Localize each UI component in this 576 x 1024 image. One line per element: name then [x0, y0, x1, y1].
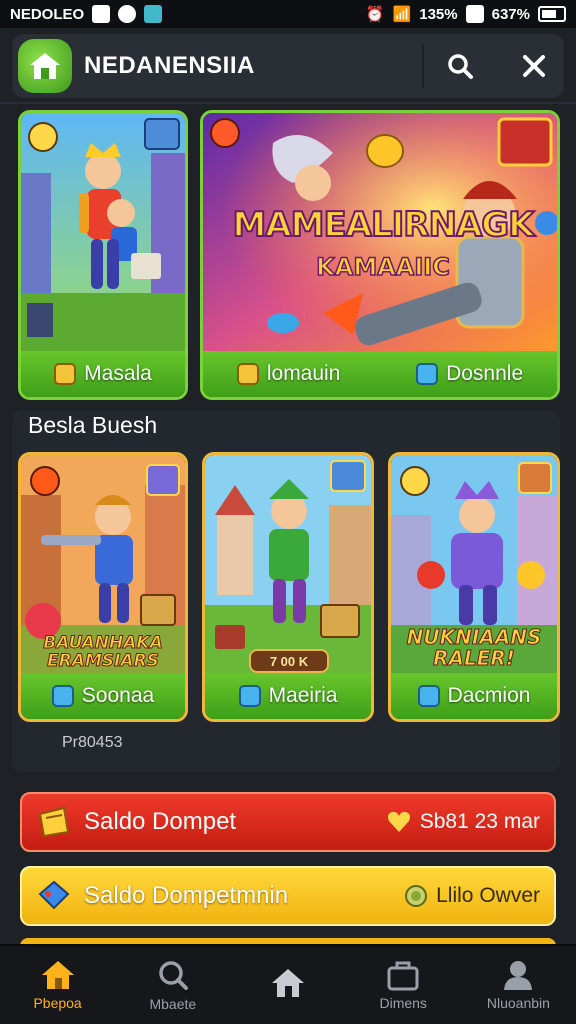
wallet-secondary-label: Saldo Dompetmnin	[84, 882, 289, 909]
card-label: Soonaa	[81, 684, 155, 707]
image-icon	[92, 5, 111, 23]
section-card-dacmion[interactable]: NUKNIAANS RALER! Dacmion	[388, 452, 560, 722]
section-caption: Pr80453	[62, 734, 123, 751]
nav-item-search[interactable]: Mbaete	[115, 946, 230, 1024]
nav-item-profile[interactable]: Nluoanbin	[461, 946, 576, 1024]
featured-banner-card[interactable]: MAMEALIRNAGK KAMAAIIC lomauin Dosnnle	[200, 110, 560, 400]
document-icon	[238, 685, 261, 707]
search-button[interactable]	[438, 44, 482, 88]
document-icon	[51, 685, 74, 707]
search-icon	[159, 961, 188, 990]
nav-item-bag[interactable]: Dimens	[346, 946, 461, 1024]
download-icon	[416, 363, 439, 385]
nav-item-home[interactable]: Pbepoa	[0, 946, 115, 1024]
coin-icon	[405, 885, 428, 907]
banner-right-action[interactable]: Dosnnle	[416, 362, 523, 386]
edit-icon	[236, 363, 259, 385]
close-button[interactable]	[512, 44, 556, 88]
edit-icon	[417, 685, 440, 707]
wallet-balance-secondary-button[interactable]: Saldo Dompetmnin Llilo Owver	[20, 866, 556, 926]
close-icon	[523, 55, 545, 77]
coin-icon	[54, 363, 77, 385]
bottom-navigation: Pbepoa Mbaete Dimens Nluoanbin	[0, 944, 576, 1024]
wallet-balance-button[interactable]: Saldo Dompet Sb81 23 mar	[20, 792, 556, 852]
header-divider	[422, 44, 424, 88]
battery-text-a: 135%	[419, 5, 458, 23]
tag-icon	[38, 880, 70, 910]
wallet-icon	[38, 806, 70, 838]
banner-title: MAMEALIRNAGK	[231, 204, 535, 246]
wallet-secondary-value: Llilo Owver	[436, 884, 540, 907]
game-card-masala[interactable]: Masala	[18, 110, 188, 400]
nav-label: Pbepoa	[33, 995, 82, 1011]
wallet-balance-label: Saldo Dompet	[84, 808, 237, 835]
wallet-balance-value: Sb81 23 mar	[419, 810, 540, 833]
banner-left-action[interactable]: lomauin	[236, 362, 341, 386]
card-label-bar: Maeiria	[205, 673, 371, 719]
card-overlay-title: NUKNIAANS RALER!	[406, 625, 542, 670]
banner-right-label: Dosnnle	[446, 362, 524, 385]
home-icon	[41, 961, 74, 989]
location-icon	[118, 5, 137, 23]
alarm-icon: ⏰	[365, 6, 385, 23]
hero-art-image	[21, 113, 185, 353]
nav-item-center[interactable]	[230, 946, 345, 1024]
nav-label: Dimens	[379, 995, 427, 1011]
battery-icon	[538, 6, 566, 22]
wifi-icon: 📶	[392, 6, 412, 23]
search-icon	[448, 54, 473, 79]
hero-art-image	[205, 455, 371, 675]
card-label-bar: Soonaa	[21, 673, 185, 719]
nav-label: Nluoanbin	[486, 995, 550, 1011]
card-label-bar: Dacmion	[391, 673, 557, 719]
bag-icon	[387, 961, 419, 991]
battery-text-b: 637%	[491, 5, 530, 23]
card-label: Maeiria	[268, 684, 338, 707]
price-tag: 7 00 K	[249, 649, 329, 673]
app-logo[interactable]	[18, 39, 72, 93]
banner-left-label: lomauin	[266, 362, 341, 385]
card-label: Masala	[84, 362, 152, 385]
banner-label-bar: lomauin Dosnnle	[203, 351, 557, 397]
status-carrier-text: NEDOLEO	[10, 5, 85, 23]
app-notification-icon	[144, 5, 163, 23]
section-card-maeiria[interactable]: 7 00 K Maeiria	[202, 452, 374, 722]
card-label-bar: Masala	[21, 351, 185, 397]
home-outline-icon	[272, 969, 304, 997]
header-divider-line	[0, 102, 576, 104]
banner-subtitle: KAMAAIIC	[315, 252, 450, 282]
photo-icon	[465, 5, 484, 23]
status-bar: NEDOLEO ⏰ 📶 135% 637%	[0, 0, 576, 28]
app-title: NEDANENSIIA	[84, 52, 255, 79]
card-label: Dacmion	[447, 684, 531, 707]
section-title: Besla Buesh	[28, 412, 158, 438]
house-logo-icon	[30, 53, 60, 79]
user-icon	[504, 961, 533, 990]
app-header: NEDANENSIIA	[12, 34, 564, 98]
section-card-soonaa[interactable]: BAUANHAKA ERAMSIARS Soonaa	[18, 452, 188, 722]
nav-label: Mbaete	[149, 996, 197, 1012]
heart-icon	[387, 811, 410, 832]
card-overlay-title: BAUANHAKA ERAMSIARS	[43, 633, 164, 671]
